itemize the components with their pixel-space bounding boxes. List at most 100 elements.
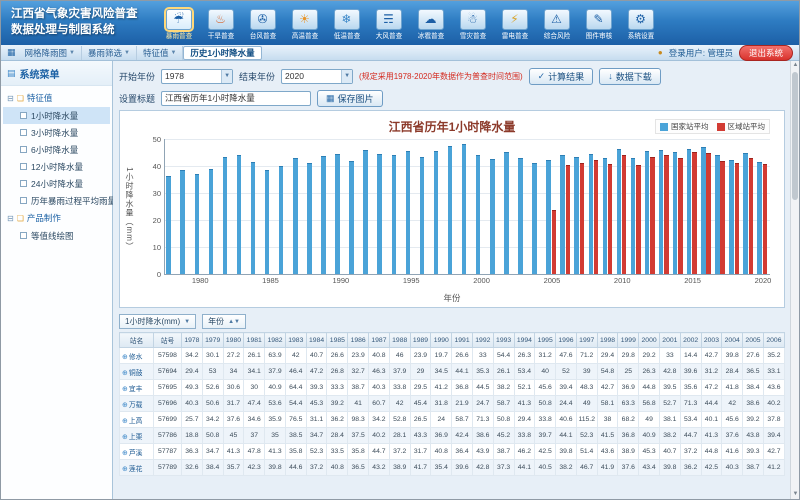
column-header[interactable]: 1990 <box>431 333 452 348</box>
table-row[interactable]: ⊕上栗5778618.850.845373538.534.728.437.540… <box>120 428 785 444</box>
toolbar-item-wind[interactable]: ☴大风普查 <box>370 8 408 41</box>
column-header[interactable]: 1999 <box>618 333 639 348</box>
column-header[interactable]: 2002 <box>680 333 701 348</box>
expand-row-icon[interactable]: ⊕ <box>122 466 128 473</box>
checkbox-icon[interactable] <box>20 163 27 170</box>
column-header[interactable]: 1982 <box>265 333 286 348</box>
tree-item[interactable]: 3小时降水量 <box>3 124 110 141</box>
station-name-cell[interactable]: ⊕莲花 <box>120 460 154 476</box>
checkbox-icon[interactable] <box>20 180 27 187</box>
expand-row-icon[interactable]: ⊕ <box>122 402 128 409</box>
toolbar-item-cold[interactable]: ❄低温普查 <box>328 8 366 41</box>
column-header[interactable]: 1981 <box>244 333 265 348</box>
tree-item[interactable]: 24小时降水量 <box>3 175 110 192</box>
column-header[interactable]: 2000 <box>639 333 660 348</box>
column-header[interactable]: 2003 <box>701 333 722 348</box>
toolbar-item-lightning[interactable]: ⚡雷电普查 <box>496 8 534 41</box>
expand-row-icon[interactable]: ⊕ <box>122 434 128 441</box>
table-row[interactable]: ⊕莲花5778932.638.435.742.339.844.637.240.8… <box>120 460 785 476</box>
expand-row-icon[interactable]: ⊕ <box>122 450 128 457</box>
toolbar-item-map-review[interactable]: ✎图件审核 <box>580 8 618 41</box>
start-year-select[interactable]: 1978 ▼ <box>161 69 233 84</box>
column-header[interactable]: 1983 <box>285 333 306 348</box>
checkbox-icon[interactable] <box>20 129 27 136</box>
toolbar-item-system-settings[interactable]: ⚙系统设置 <box>622 8 660 41</box>
table-row[interactable]: ⊕修水5759834.230.127.226.163.94240.726.623… <box>120 348 785 364</box>
station-name-cell[interactable]: ⊕芦溪 <box>120 444 154 460</box>
scroll-down-arrow[interactable]: ▼ <box>791 490 800 499</box>
column-header[interactable]: 1994 <box>514 333 535 348</box>
checkbox-icon[interactable] <box>20 232 27 239</box>
column-header[interactable]: 1978 <box>182 333 203 348</box>
tree-item[interactable]: 历年暴雨过程平均雨量 <box>3 192 110 209</box>
chart-title-input[interactable] <box>161 91 311 106</box>
tree-group-0[interactable]: ⊟❏特征值 <box>3 89 110 107</box>
tab-item-2[interactable]: 特征值▼ <box>137 46 183 60</box>
download-data-button[interactable]: ↓ 数据下载 <box>599 68 661 85</box>
tab-item-3[interactable]: 历史1小时降水量 <box>183 46 261 60</box>
column-header[interactable]: 1980 <box>223 333 244 348</box>
scroll-up-arrow[interactable]: ▲ <box>791 61 800 70</box>
save-image-button[interactable]: ▦ 保存图片 <box>317 90 383 107</box>
checkbox-icon[interactable] <box>20 197 27 204</box>
column-header[interactable]: 1989 <box>410 333 431 348</box>
station-name-cell[interactable]: ⊕修水 <box>120 348 154 364</box>
table-row[interactable]: ⊕铜鼓5769429.4533434.137.946.447.226.832.7… <box>120 364 785 380</box>
station-name-cell[interactable]: ⊕宜丰 <box>120 380 154 396</box>
column-header[interactable]: 1991 <box>452 333 473 348</box>
toolbar-item-typhoon[interactable]: ✇台风普查 <box>244 8 282 41</box>
table-row[interactable]: ⊕万载5769640.350.631.747.453.654.445.339.2… <box>120 396 785 412</box>
year-sort-filter[interactable]: 年份 ▲▼ <box>202 314 246 329</box>
column-header[interactable]: 1997 <box>576 333 597 348</box>
checkbox-icon[interactable] <box>20 146 27 153</box>
tree-item[interactable]: 6小时降水量 <box>3 141 110 158</box>
column-header[interactable]: 1979 <box>202 333 223 348</box>
column-header[interactable]: 1995 <box>535 333 556 348</box>
column-header[interactable]: 2001 <box>659 333 680 348</box>
station-name-cell[interactable]: ⊕上高 <box>120 412 154 428</box>
column-header[interactable]: 2004 <box>722 333 743 348</box>
tab-item-0[interactable]: 网格降雨图▼ <box>19 46 82 60</box>
calculate-button[interactable]: ✓ 计算结果 <box>529 68 594 85</box>
station-name-cell[interactable]: ⊕上栗 <box>120 428 154 444</box>
column-header[interactable]: 1998 <box>597 333 618 348</box>
value-type-filter[interactable]: 1小时降水(mm) ▼ <box>119 314 196 329</box>
column-header[interactable]: 1992 <box>472 333 493 348</box>
column-header[interactable]: 1987 <box>369 333 390 348</box>
toolbar-item-drought[interactable]: ♨干旱普查 <box>202 8 240 41</box>
toolbar-item-heat[interactable]: ☀高温普查 <box>286 8 324 41</box>
column-header[interactable]: 1993 <box>493 333 514 348</box>
column-header[interactable]: 2006 <box>763 333 784 348</box>
station-name-cell[interactable]: ⊕万载 <box>120 396 154 412</box>
toolbar-item-snow[interactable]: ☃雪灾普查 <box>454 8 492 41</box>
column-header[interactable]: 1984 <box>306 333 327 348</box>
table-row[interactable]: ⊕宜丰5769549.352.630.63040.964.439.333.338… <box>120 380 785 396</box>
tree-item[interactable]: 12小时降水量 <box>3 158 110 175</box>
column-header[interactable]: 1988 <box>389 333 410 348</box>
column-header[interactable]: 1986 <box>348 333 369 348</box>
column-header[interactable]: 1985 <box>327 333 348 348</box>
expand-row-icon[interactable]: ⊕ <box>122 370 128 377</box>
scrollbar-thumb[interactable] <box>792 72 798 200</box>
expand-row-icon[interactable]: ⊕ <box>122 418 128 425</box>
end-year-select[interactable]: 2020 ▼ <box>281 69 353 84</box>
tab-item-1[interactable]: 暴雨筛选▼ <box>82 46 137 60</box>
column-header[interactable]: 1996 <box>556 333 577 348</box>
tree-item[interactable]: 等值线绘图 <box>3 227 110 244</box>
toolbar-item-rainstorm[interactable]: ☔暴雨普查 <box>160 8 198 41</box>
column-header[interactable]: 站名 <box>120 333 154 348</box>
station-name-cell[interactable]: ⊕铜鼓 <box>120 364 154 380</box>
toolbar-item-comprehensive-risk[interactable]: ⚠综合风险 <box>538 8 576 41</box>
column-header[interactable]: 2005 <box>743 333 764 348</box>
checkbox-icon[interactable] <box>20 112 27 119</box>
logout-button[interactable]: 退出系统 <box>739 45 793 61</box>
vertical-scrollbar[interactable]: ▲ ▼ <box>790 61 799 499</box>
toolbar-item-hail[interactable]: ☁冰雹普查 <box>412 8 450 41</box>
expand-row-icon[interactable]: ⊕ <box>122 386 128 393</box>
expand-row-icon[interactable]: ⊕ <box>122 354 128 361</box>
column-header[interactable]: 站号 <box>154 333 182 348</box>
table-row[interactable]: ⊕芦溪5778736.334.741.347.841.335.852.333.5… <box>120 444 785 460</box>
tree-group-1[interactable]: ⊟❏产品制作 <box>3 209 110 227</box>
table-row[interactable]: ⊕上高5769925.734.237.634.635.976.531.136.2… <box>120 412 785 428</box>
tree-item[interactable]: 1小时降水量 <box>3 107 110 124</box>
